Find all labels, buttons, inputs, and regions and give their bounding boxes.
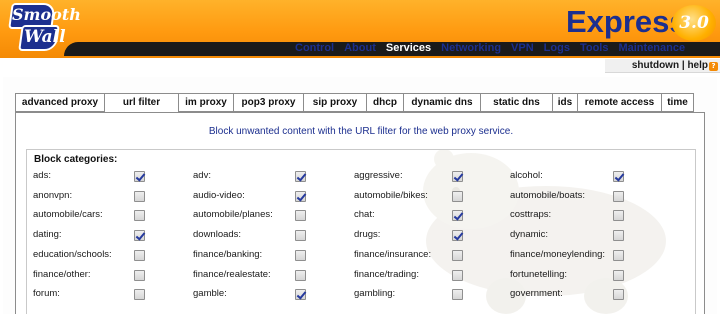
category-checkbox-alcohol[interactable] bbox=[613, 171, 624, 182]
tab-static-dns[interactable]: static dns bbox=[480, 93, 552, 112]
category-checkbox-automobile-boats[interactable] bbox=[613, 190, 624, 202]
category-label: automobile/planes: bbox=[193, 209, 273, 221]
category-checkbox-gambling[interactable] bbox=[452, 289, 463, 301]
nav-item-maintenance[interactable]: Maintenance bbox=[613, 40, 690, 56]
category-checkbox-government[interactable] bbox=[613, 289, 624, 301]
category-checkbox-drugs[interactable] bbox=[452, 230, 463, 242]
category-checkbox-finance-banking[interactable] bbox=[295, 249, 306, 261]
category-checkbox-adv[interactable] bbox=[295, 171, 306, 182]
intro-text: Block unwanted content with the URL filt… bbox=[208, 126, 514, 137]
main-nav: Control About Services Networking VPN Logs Too… bbox=[290, 40, 690, 56]
version-badge: 3.0 bbox=[672, 5, 716, 41]
help-icon[interactable]: ? bbox=[709, 62, 718, 71]
category-checkbox-automobile-planes[interactable] bbox=[295, 210, 306, 222]
category-label: dynamic: bbox=[510, 229, 549, 241]
nav-item-tools[interactable]: Tools bbox=[575, 40, 614, 56]
category-checkbox-costtraps[interactable] bbox=[613, 210, 624, 222]
category-label: finance/insurance: bbox=[354, 248, 432, 260]
tab-pop3-proxy[interactable]: pop3 proxy bbox=[233, 93, 303, 112]
category-label: gamble: bbox=[193, 288, 227, 300]
category-checkbox-finance-moneylending[interactable] bbox=[613, 249, 624, 261]
category-label: audio-video: bbox=[193, 189, 245, 201]
smoothwall-logo: Smooth Wall bbox=[6, 3, 81, 53]
category-label: drugs: bbox=[354, 229, 381, 241]
category-label: adv: bbox=[193, 170, 211, 181]
category-label: dating: bbox=[33, 229, 62, 241]
category-label: education/schools: bbox=[33, 248, 112, 260]
tab-dhcp[interactable]: dhcp bbox=[366, 93, 403, 112]
logo-text-smooth: Smooth bbox=[12, 5, 81, 24]
tab-advanced-proxy[interactable]: advanced proxy bbox=[15, 93, 104, 112]
category-label: forum: bbox=[33, 288, 60, 300]
category-label: finance/realestate: bbox=[193, 268, 271, 280]
category-checkbox-aggressive[interactable] bbox=[452, 171, 463, 182]
category-checkbox-finance-other[interactable] bbox=[134, 269, 145, 281]
category-label: government: bbox=[510, 288, 563, 300]
category-checkbox-fortunetelling[interactable] bbox=[613, 269, 624, 281]
category-label: anonvpn: bbox=[33, 189, 73, 201]
block-categories-fieldset: Block categories: ads: adv: aggressive: alc… bbox=[26, 149, 696, 314]
nav-item-vpn[interactable]: VPN bbox=[506, 40, 539, 56]
category-label: alcohol: bbox=[510, 170, 543, 181]
category-checkbox-automobile-bikes[interactable] bbox=[452, 190, 463, 202]
app-header: Smooth Wall Express 3.0 Control About Serv… bbox=[0, 0, 720, 58]
tab-im-proxy[interactable]: im proxy bbox=[178, 93, 233, 112]
nav-item-services[interactable]: Services bbox=[381, 40, 436, 56]
category-checkbox-finance-realestate[interactable] bbox=[295, 269, 306, 281]
category-label: finance/banking: bbox=[193, 248, 263, 260]
nav-item-networking[interactable]: Networking bbox=[436, 40, 506, 56]
category-label: downloads: bbox=[193, 229, 242, 241]
category-checkbox-audio-video[interactable] bbox=[295, 190, 306, 202]
category-checkbox-finance-trading[interactable] bbox=[452, 269, 463, 281]
tab-dynamic-dns[interactable]: dynamic dns bbox=[403, 93, 480, 112]
category-checkbox-downloads[interactable] bbox=[295, 230, 306, 242]
category-label: fortunetelling: bbox=[510, 268, 568, 280]
category-checkbox-gamble[interactable] bbox=[295, 289, 306, 301]
category-label: automobile/cars: bbox=[33, 209, 103, 221]
block-categories-legend: Block categories: bbox=[34, 154, 118, 165]
category-checkbox-chat[interactable] bbox=[452, 210, 463, 222]
category-checkbox-education-schools[interactable] bbox=[134, 249, 145, 261]
tab-sip-proxy[interactable]: sip proxy bbox=[303, 93, 366, 112]
category-label: finance/trading: bbox=[354, 268, 419, 280]
tab-ids[interactable]: ids bbox=[552, 93, 577, 112]
category-checkbox-forum[interactable] bbox=[134, 289, 145, 301]
category-label: chat: bbox=[354, 209, 375, 221]
tab-url-filter[interactable]: url filter bbox=[104, 93, 178, 113]
category-label: aggressive: bbox=[354, 170, 403, 181]
shutdown-link[interactable]: shutdown bbox=[632, 60, 679, 71]
tab-time[interactable]: time bbox=[661, 93, 694, 112]
category-label: gambling: bbox=[354, 288, 396, 300]
category-checkbox-anonvpn[interactable] bbox=[134, 190, 145, 202]
category-checkbox-ads[interactable] bbox=[134, 171, 145, 182]
category-checkbox-dating[interactable] bbox=[134, 230, 145, 242]
logo-text-wall: Wall bbox=[24, 27, 66, 47]
category-label: automobile/boats: bbox=[510, 189, 585, 201]
category-label: finance/other: bbox=[33, 268, 91, 280]
nav-item-logs[interactable]: Logs bbox=[539, 40, 575, 56]
tab-remote-access[interactable]: remote access bbox=[577, 93, 661, 112]
category-checkbox-automobile-cars[interactable] bbox=[134, 210, 145, 222]
main-content: advanced proxy url filter im proxy pop3 pro… bbox=[3, 77, 717, 314]
category-label: ads: bbox=[33, 170, 51, 181]
category-checkbox-finance-insurance[interactable] bbox=[452, 249, 463, 261]
category-label: costtraps: bbox=[510, 209, 552, 221]
category-label: automobile/bikes: bbox=[354, 189, 428, 201]
url-filter-panel: Block unwanted content with the URL filt… bbox=[15, 112, 705, 314]
category-label: finance/moneylending: bbox=[510, 248, 606, 260]
help-link[interactable]: help bbox=[687, 60, 708, 71]
product-name: Express bbox=[566, 4, 687, 39]
nav-item-about[interactable]: About bbox=[339, 40, 381, 56]
category-checkbox-dynamic[interactable] bbox=[613, 230, 624, 242]
tab-bar: advanced proxy url filter im proxy pop3 pro… bbox=[15, 93, 694, 113]
utility-bar: shutdown | help ? bbox=[0, 58, 720, 74]
nav-item-control[interactable]: Control bbox=[290, 40, 339, 56]
